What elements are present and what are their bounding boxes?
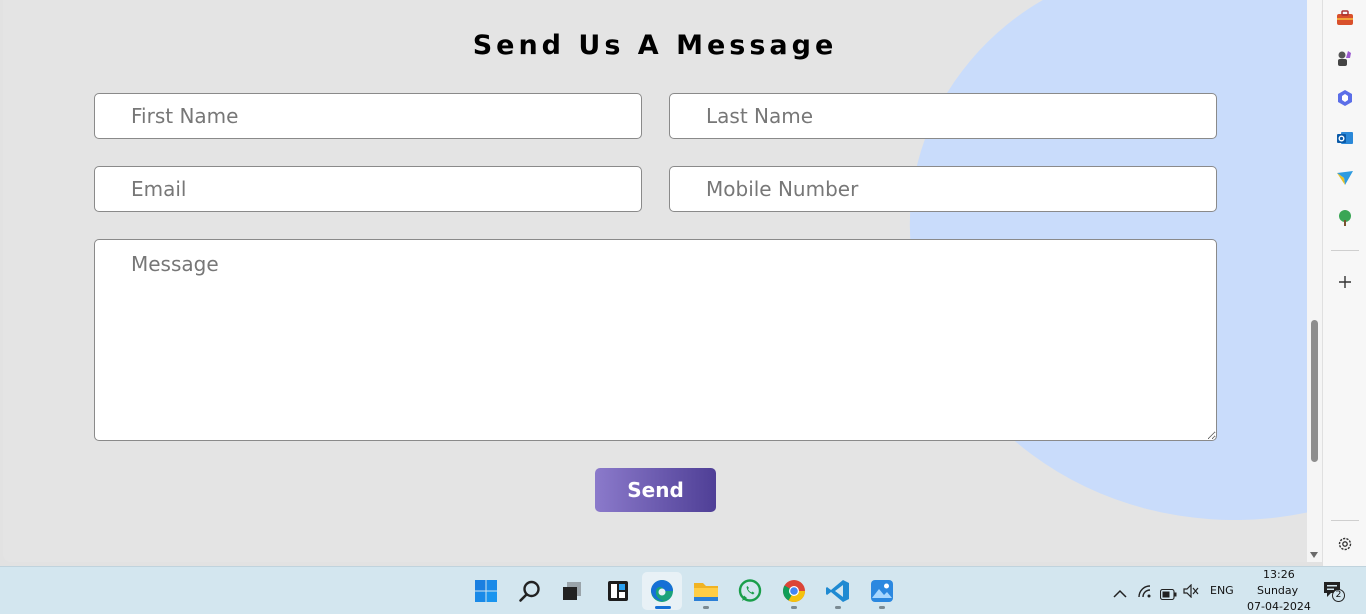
scroll-down-arrow-icon[interactable] <box>1310 552 1318 558</box>
screen: Send Us A Message Send <box>0 0 1366 614</box>
games-icon[interactable] <box>1335 48 1355 68</box>
send-icon[interactable] <box>1335 168 1355 188</box>
file-explorer-indicator <box>703 606 709 609</box>
battery-icon[interactable] <box>1159 585 1177 604</box>
start-icon[interactable] <box>471 576 501 606</box>
clock-time[interactable]: 13:26 <box>1263 568 1295 581</box>
notification-icon[interactable]: 2 <box>1323 581 1345 602</box>
first-name-input[interactable] <box>94 93 642 139</box>
chrome-icon[interactable] <box>779 576 809 606</box>
edge-active-indicator <box>655 606 671 609</box>
volume-muted-icon[interactable] <box>1183 583 1199 602</box>
form-title: Send Us A Message <box>472 30 838 61</box>
page-scrollbar[interactable] <box>1307 0 1322 562</box>
whatsapp-icon[interactable] <box>735 576 765 606</box>
copilot-icon[interactable] <box>1335 88 1355 108</box>
widgets-icon[interactable] <box>603 576 633 606</box>
edge-icon[interactable] <box>647 576 677 606</box>
tree-icon[interactable] <box>1335 208 1355 228</box>
briefcase-icon[interactable] <box>1335 8 1355 28</box>
language-indicator[interactable]: ENG <box>1210 584 1234 597</box>
notification-count-badge: 2 <box>1332 589 1345 602</box>
tray-overflow-chevron-icon[interactable] <box>1113 584 1127 603</box>
add-icon[interactable] <box>1335 272 1355 292</box>
file-explorer-icon[interactable] <box>691 576 721 606</box>
sidebar-divider <box>1331 250 1359 251</box>
photos-indicator <box>879 606 885 609</box>
scrollbar-thumb[interactable] <box>1311 320 1318 462</box>
email-input[interactable] <box>94 166 642 212</box>
message-textarea[interactable] <box>94 239 1217 441</box>
search-icon[interactable] <box>515 576 545 606</box>
settings-icon[interactable] <box>1335 534 1355 554</box>
outlook-icon[interactable] <box>1335 128 1355 148</box>
network-icon[interactable] <box>1137 583 1153 602</box>
send-button[interactable]: Send <box>595 468 716 512</box>
photos-icon[interactable] <box>867 576 897 606</box>
clock-day[interactable]: Sunday <box>1257 584 1298 597</box>
clock-date[interactable]: 07-04-2024 <box>1247 600 1311 613</box>
chrome-indicator <box>791 606 797 609</box>
mobile-number-input[interactable] <box>669 166 1217 212</box>
browser-viewport: Send Us A Message Send <box>3 0 1307 562</box>
vscode-icon[interactable] <box>823 576 853 606</box>
task-view-icon[interactable] <box>557 576 587 606</box>
edge-sidebar <box>1322 0 1366 566</box>
vscode-indicator <box>835 606 841 609</box>
sidebar-divider-bottom <box>1331 520 1359 521</box>
taskbar: ENG 13:26 Sunday 07-04-2024 2 <box>0 566 1366 614</box>
last-name-input[interactable] <box>669 93 1217 139</box>
